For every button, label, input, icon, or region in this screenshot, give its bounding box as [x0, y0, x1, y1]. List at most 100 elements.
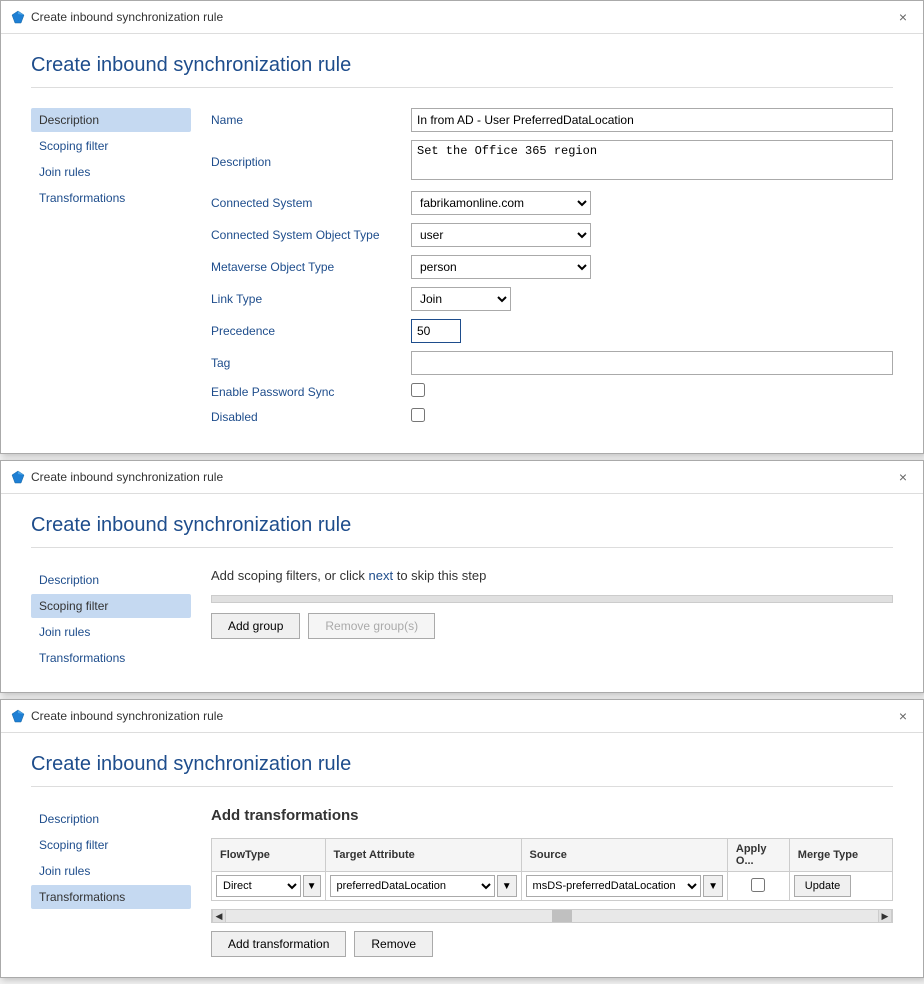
window-3: Create inbound synchronization rule × Cr… [0, 699, 924, 978]
form-row-metaverse-type: Metaverse Object Type person [211, 255, 893, 279]
sidebar-item-scoping-1[interactable]: Scoping filter [31, 134, 191, 158]
form-row-tag: Tag [211, 351, 893, 375]
select-link-type[interactable]: Join [411, 287, 511, 311]
label-name: Name [211, 113, 411, 127]
input-name[interactable] [411, 108, 893, 132]
select-metaverse-type[interactable]: person [411, 255, 591, 279]
sidebar-item-join-3[interactable]: Join rules [31, 859, 191, 883]
flowtype-dropdown-btn[interactable]: ▼ [303, 875, 321, 897]
remove-transformation-button[interactable]: Remove [354, 931, 433, 957]
sidebar-item-transformations-3[interactable]: Transformations [31, 885, 191, 909]
window-1: Create inbound synchronization rule × Cr… [0, 0, 924, 454]
input-tag[interactable] [411, 351, 893, 375]
input-precedence[interactable] [411, 319, 461, 343]
col-source: Source [521, 839, 727, 872]
add-transformation-button[interactable]: Add transformation [211, 931, 346, 957]
scoping-area: Add scoping filters, or click next to sk… [211, 568, 893, 672]
sidebar-item-scoping-3[interactable]: Scoping filter [31, 833, 191, 857]
window-3-layout: Description Scoping filter Join rules Tr… [31, 807, 893, 957]
checkbox-disabled[interactable] [411, 408, 425, 422]
gem-icon-3 [11, 709, 25, 723]
scoping-instruction: Add scoping filters, or click next to sk… [211, 568, 893, 583]
form-area-1: Name Description Set the Office 365 regi… [211, 108, 893, 433]
label-disabled: Disabled [211, 410, 411, 424]
scroll-thumb[interactable] [552, 910, 572, 922]
control-object-type: user [411, 223, 893, 247]
window-1-content: Create inbound synchronization rule Desc… [1, 34, 923, 453]
sidebar-item-join-1[interactable]: Join rules [31, 160, 191, 184]
scroll-right-btn[interactable]: ▶ [878, 909, 892, 923]
window-2-heading: Create inbound synchronization rule [31, 514, 893, 548]
form-row-precedence: Precedence [211, 319, 893, 343]
sidebar-item-join-2[interactable]: Join rules [31, 620, 191, 644]
close-button-1[interactable]: × [893, 7, 913, 27]
close-button-2[interactable]: × [893, 467, 913, 487]
cell-flowtype: Direct ▼ [212, 872, 326, 901]
window-2-content: Create inbound synchronization rule Desc… [1, 494, 923, 692]
scroll-left-btn[interactable]: ◀ [212, 909, 226, 923]
form-row-link-type: Link Type Join [211, 287, 893, 311]
title-bar-3: Create inbound synchronization rule × [1, 700, 923, 733]
sidebar-item-transformations-1[interactable]: Transformations [31, 186, 191, 210]
transform-area: Add transformations FlowType Target Attr… [211, 807, 893, 957]
col-target: Target Attribute [325, 839, 521, 872]
window-3-content: Create inbound synchronization rule Desc… [1, 733, 923, 977]
control-tag [411, 351, 893, 375]
title-bar-2: Create inbound synchronization rule × [1, 461, 923, 494]
title-bar-text-3: Create inbound synchronization rule [31, 709, 887, 723]
cell-source: msDS-preferredDataLocation ▼ [521, 872, 727, 901]
scoping-button-row: Add group Remove group(s) [211, 613, 893, 639]
control-password-sync [411, 383, 893, 400]
select-target-attribute[interactable]: preferredDataLocation [330, 875, 495, 897]
checkbox-password-sync[interactable] [411, 383, 425, 397]
next-link[interactable]: next [369, 568, 394, 583]
textarea-desc[interactable]: Set the Office 365 region [411, 140, 893, 180]
form-row-password-sync: Enable Password Sync [211, 383, 893, 400]
table-row: Direct ▼ preferredDataLocation [212, 872, 893, 901]
cell-apply [727, 872, 789, 901]
sidebar-1: Description Scoping filter Join rules Tr… [31, 108, 191, 433]
label-tag: Tag [211, 356, 411, 370]
sidebar-item-scoping-2[interactable]: Scoping filter [31, 594, 191, 618]
label-object-type: Connected System Object Type [211, 228, 411, 242]
select-source[interactable]: msDS-preferredDataLocation [526, 875, 702, 897]
window-2: Create inbound synchronization rule × Cr… [0, 460, 924, 693]
cell-merge: Update [789, 872, 892, 901]
transform-table: FlowType Target Attribute Source Apply O… [211, 838, 893, 901]
col-flowtype: FlowType [212, 839, 326, 872]
form-row-object-type: Connected System Object Type user [211, 223, 893, 247]
gem-icon-2 [11, 470, 25, 484]
label-link-type: Link Type [211, 292, 411, 306]
select-flowtype[interactable]: Direct [216, 875, 301, 897]
title-bar-1: Create inbound synchronization rule × [1, 1, 923, 34]
sidebar-item-description-2[interactable]: Description [31, 568, 191, 592]
horizontal-scrollbar[interactable]: ◀ ▶ [211, 909, 893, 923]
control-link-type: Join [411, 287, 893, 311]
form-row-connected-system: Connected System fabrikamonline.com [211, 191, 893, 215]
form-row-name: Name [211, 108, 893, 132]
select-object-type[interactable]: user [411, 223, 591, 247]
merge-type-button[interactable]: Update [794, 875, 851, 897]
source-dropdown-btn[interactable]: ▼ [703, 875, 723, 897]
sidebar-3: Description Scoping filter Join rules Tr… [31, 807, 191, 957]
title-bar-text-1: Create inbound synchronization rule [31, 10, 887, 24]
target-dropdown-btn[interactable]: ▼ [497, 875, 517, 897]
scroll-track[interactable] [226, 910, 878, 922]
control-precedence [411, 319, 893, 343]
control-metaverse-type: person [411, 255, 893, 279]
apply-once-checkbox[interactable] [751, 878, 765, 892]
sidebar-item-description-1[interactable]: Description [31, 108, 191, 132]
col-merge: Merge Type [789, 839, 892, 872]
sidebar-item-description-3[interactable]: Description [31, 807, 191, 831]
sidebar-item-transformations-2[interactable]: Transformations [31, 646, 191, 670]
gem-icon-1 [11, 10, 25, 24]
control-connected-system: fabrikamonline.com [411, 191, 893, 215]
remove-groups-button[interactable]: Remove group(s) [308, 613, 435, 639]
label-metaverse-type: Metaverse Object Type [211, 260, 411, 274]
window-3-heading: Create inbound synchronization rule [31, 753, 893, 787]
transform-section-title: Add transformations [211, 807, 893, 824]
select-connected-system[interactable]: fabrikamonline.com [411, 191, 591, 215]
table-header-row: FlowType Target Attribute Source Apply O… [212, 839, 893, 872]
close-button-3[interactable]: × [893, 706, 913, 726]
add-group-button[interactable]: Add group [211, 613, 300, 639]
